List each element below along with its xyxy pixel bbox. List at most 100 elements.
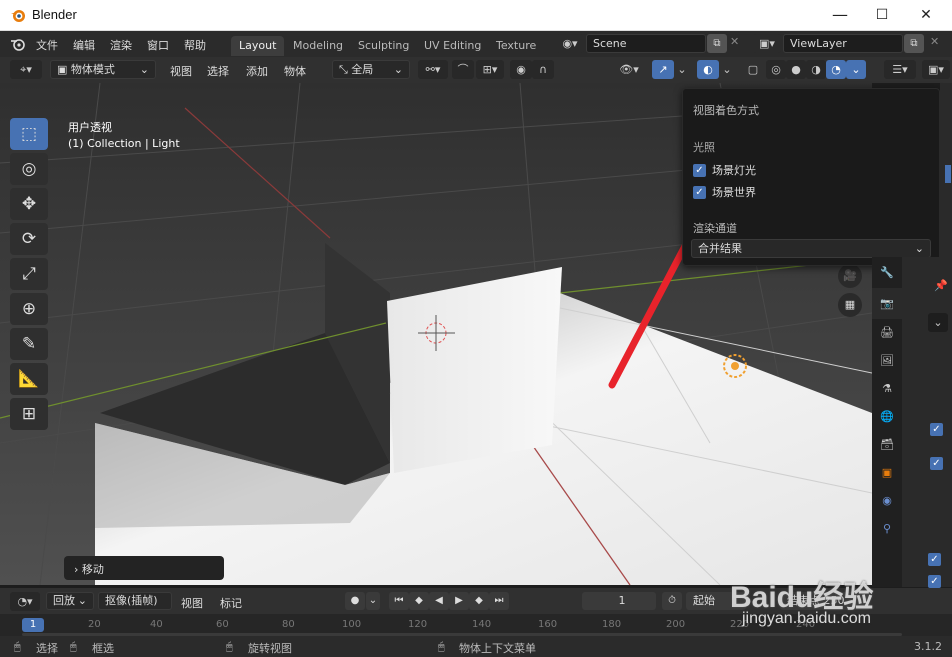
chevron-down-icon[interactable]: ⌄ (674, 60, 690, 79)
panel-checkbox-3[interactable]: ✓ (928, 553, 941, 566)
stopwatch-icon[interactable]: ⏱ (662, 592, 682, 610)
jump-start-icon[interactable]: ⏮ (389, 592, 409, 610)
annotate-tool-icon[interactable]: ✎ (10, 328, 48, 360)
jump-end-icon[interactable]: ⏭ (489, 592, 509, 610)
output-tab-icon[interactable]: 🖨 (872, 319, 902, 347)
view-layer-tab-icon[interactable]: 🖼 (872, 347, 902, 375)
header-add-menu[interactable]: 添加 (246, 63, 268, 79)
panel-checkbox-2[interactable]: ✓ (930, 457, 943, 470)
proportional-edit-icon[interactable]: ◉ (510, 60, 532, 79)
render-pass-dropdown[interactable]: 合并结果 ⌄ (691, 239, 931, 258)
pin-icon[interactable]: 📌 (934, 279, 948, 292)
timeline-marker-menu[interactable]: 标记 (220, 595, 242, 611)
outliner-scrollbar[interactable] (945, 165, 951, 183)
scene-lights-label: 场景灯光 (712, 164, 756, 177)
record-icon[interactable]: ● (345, 592, 365, 610)
chevron-down-icon[interactable]: ⌄ (928, 313, 948, 332)
solid-shading-icon[interactable]: ● (786, 60, 806, 79)
overlay-icon[interactable]: ◐ (697, 60, 719, 79)
header-view-menu[interactable]: 视图 (170, 63, 192, 79)
timeline-view-menu[interactable]: 视图 (181, 595, 203, 611)
menu-window[interactable]: 窗口 (147, 37, 169, 53)
properties-editor-icon[interactable]: ▣▾ (922, 60, 950, 79)
material-shading-icon[interactable]: ◑ (806, 60, 826, 79)
shading-options-chevron-icon[interactable]: ⌄ (846, 60, 866, 79)
measure-tool-icon[interactable]: 📐 (10, 363, 48, 395)
tool-tab-icon[interactable]: 🔧 (872, 257, 902, 288)
play-reverse-icon[interactable]: ◀ (429, 592, 449, 610)
menu-render[interactable]: 渲染 (110, 37, 132, 53)
close-button[interactable]: ✕ (904, 3, 948, 27)
physics-tab-icon[interactable]: ◉ (872, 487, 902, 515)
play-icon[interactable]: ▶ (449, 592, 469, 610)
xray-icon[interactable]: ▢ (742, 60, 764, 79)
status-rotate-view: 旋转视图 (248, 642, 292, 655)
pivot-icon[interactable]: ⚯▾ (418, 60, 448, 79)
mouse-right-icon: 🖱 (438, 640, 445, 653)
next-keyframe-icon[interactable]: ◆ (469, 592, 489, 610)
panel-checkbox-4[interactable]: ✓ (928, 575, 941, 588)
snap-toggle-icon[interactable]: ⌒ (452, 60, 474, 79)
chevron-down-icon[interactable]: ⌄ (719, 60, 735, 79)
new-viewlayer-icon[interactable]: ⧉ (904, 34, 924, 53)
move-tool-icon[interactable]: ✥ (10, 188, 48, 220)
add-cube-tool-icon[interactable]: ⊞ (10, 398, 48, 430)
outliner-edge (940, 83, 952, 258)
chevron-down-icon[interactable]: ⌄ (366, 592, 380, 610)
menu-file[interactable]: 文件 (36, 37, 58, 53)
cursor-tool-icon[interactable]: ◎ (10, 153, 48, 185)
visibility-icon[interactable]: 👁▾ (616, 60, 642, 79)
keying-dropdown[interactable]: 抠像(插帧)⌄ (98, 592, 172, 623)
timeline-editor-icon[interactable]: ◔▾ (10, 592, 40, 611)
orientation-dropdown[interactable]: ⤡ 全局 ⌄ (332, 60, 410, 79)
minimize-button[interactable]: — (818, 3, 862, 27)
ruler-tick: 180 (602, 619, 622, 630)
tab-uv-editing[interactable]: UV Editing (416, 36, 489, 56)
collection-tab-icon[interactable]: 🗃 (872, 431, 902, 459)
playhead[interactable]: 1 (22, 618, 44, 632)
world-tab-icon[interactable]: 🌐 (872, 403, 902, 431)
mode-dropdown[interactable]: ▣ 物体模式 ⌄ (50, 60, 156, 79)
delete-viewlayer-icon[interactable]: ✕ (930, 35, 939, 48)
viewlayer-icon[interactable]: ▣▾ (753, 34, 781, 53)
ruler-tick: 200 (666, 619, 686, 630)
tab-sculpting[interactable]: Sculpting (350, 36, 417, 56)
constraints-tab-icon[interactable]: ⚲ (872, 515, 902, 543)
scene-world-label: 场景世界 (712, 186, 756, 199)
menu-help[interactable]: 帮助 (184, 37, 206, 53)
editor-type-icon[interactable]: ⌖▾ (10, 60, 42, 79)
playback-dropdown[interactable]: 回放 ⌄ (46, 592, 94, 610)
transform-tool-icon[interactable]: ⊕ (10, 293, 48, 325)
falloff-icon[interactable]: ∩ (532, 60, 554, 79)
scale-tool-icon[interactable]: ⤢ (10, 258, 48, 290)
rendered-shading-icon[interactable]: ◔ (826, 60, 846, 79)
new-scene-icon[interactable]: ⧉ (707, 34, 727, 53)
object-tab-icon[interactable]: ▣ (872, 459, 902, 487)
gizmo-icon[interactable]: ↗ (652, 60, 674, 79)
scene-icon[interactable]: ◉▾ (556, 34, 584, 53)
rotate-tool-icon[interactable]: ⟳ (10, 223, 48, 255)
prev-keyframe-icon[interactable]: ◆ (409, 592, 429, 610)
orientation-label: 全局 (351, 63, 374, 76)
header-select-menu[interactable]: 选择 (207, 63, 229, 79)
header-object-menu[interactable]: 物体 (284, 63, 306, 79)
panel-checkbox-1[interactable]: ✓ (930, 423, 943, 436)
tab-layout[interactable]: Layout (231, 36, 285, 56)
wireframe-shading-icon[interactable]: ◎ (766, 60, 786, 79)
select-box-tool-icon[interactable]: ⬚ (10, 118, 48, 150)
scene-lights-checkbox[interactable]: ✓ 场景灯光 (693, 162, 756, 178)
blender-menu-icon[interactable] (10, 37, 26, 51)
maximize-button[interactable]: ☐ (860, 3, 904, 27)
delete-scene-icon[interactable]: ✕ (730, 35, 739, 48)
render-tab-icon[interactable]: 📷 (872, 288, 902, 319)
menu-edit[interactable]: 编辑 (73, 37, 95, 53)
snap-target-icon[interactable]: ⊞▾ (476, 60, 504, 79)
scene-name-field[interactable]: Scene (586, 34, 706, 53)
tab-texture-paint[interactable]: Texture Pa (488, 36, 550, 56)
scene-world-checkbox[interactable]: ✓ 场景世界 (693, 184, 756, 200)
outliner-filter-icon[interactable]: ☰▾ (884, 60, 916, 79)
current-frame-field[interactable]: 1 (582, 592, 656, 610)
tab-modeling[interactable]: Modeling (285, 36, 351, 56)
scene-tab-icon[interactable]: ⚗ (872, 375, 902, 403)
viewlayer-field[interactable]: ViewLayer (783, 34, 903, 53)
